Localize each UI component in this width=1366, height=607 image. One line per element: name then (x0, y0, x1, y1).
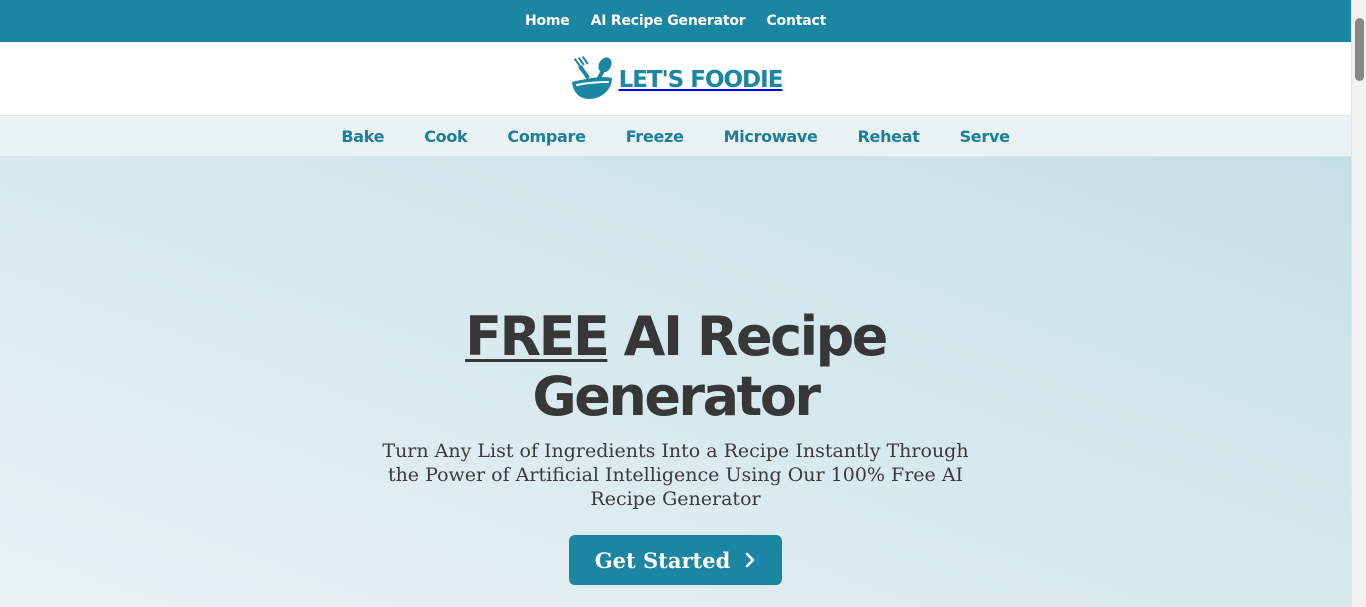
logo-text: LET'S FOODIE (618, 66, 784, 93)
nav-link-home[interactable]: Home (525, 13, 570, 29)
page-scrollbar[interactable] (1351, 0, 1366, 607)
category-link-freeze[interactable]: Freeze (626, 127, 684, 146)
chevron-right-icon (745, 552, 755, 568)
category-link-bake[interactable]: Bake (341, 127, 384, 146)
get-started-button[interactable]: Get Started (569, 535, 782, 585)
category-link-reheat[interactable]: Reheat (858, 127, 920, 146)
top-navigation: Home AI Recipe Generator Contact (0, 0, 1351, 42)
hero-section: FREE AI Recipe Generator Turn Any List of… (0, 157, 1351, 607)
category-link-cook[interactable]: Cook (424, 127, 467, 146)
hero-title: FREE AI Recipe Generator (0, 307, 1351, 427)
site-logo[interactable]: LET'S FOODIE (569, 55, 784, 102)
scrollbar-thumb[interactable] (1355, 18, 1364, 81)
category-link-compare[interactable]: Compare (507, 127, 586, 146)
nav-link-ai-recipe-generator[interactable]: AI Recipe Generator (591, 13, 746, 29)
bowl-fork-spoon-icon (571, 55, 612, 99)
nav-link-contact[interactable]: Contact (766, 13, 826, 29)
site-header: LET'S FOODIE (0, 42, 1351, 116)
category-navigation: Bake Cook Compare Freeze Microwave Rehea… (0, 116, 1351, 157)
hero-subtitle: Turn Any List of Ingredients Into a Reci… (382, 440, 969, 510)
hero-title-line1-rest: AI Recipe (607, 305, 889, 368)
hero-title-line2: Generator (532, 365, 821, 428)
category-link-serve[interactable]: Serve (960, 127, 1010, 146)
get-started-label: Get Started (594, 547, 731, 573)
hero-title-highlight: FREE (465, 305, 610, 368)
category-link-microwave[interactable]: Microwave (724, 127, 818, 146)
